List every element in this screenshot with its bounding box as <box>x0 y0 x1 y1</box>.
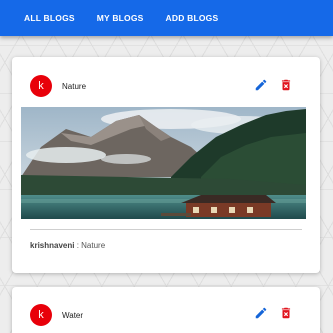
top-app-bar: ALL BLOGS MY BLOGS ADD BLOGS <box>0 0 333 36</box>
trash-icon[interactable] <box>279 306 293 320</box>
trash-icon[interactable] <box>279 78 293 92</box>
blog-meta: krishnaveni : Nature <box>30 241 105 250</box>
nav-add-blogs[interactable]: ADD BLOGS <box>166 13 219 23</box>
category-name: Nature <box>81 241 106 250</box>
card-divider <box>30 229 302 230</box>
blog-card: k Water <box>12 287 320 333</box>
pencil-icon[interactable] <box>254 78 268 92</box>
author-name: krishnaveni <box>30 241 75 250</box>
nav-all-blogs[interactable]: ALL BLOGS <box>24 13 75 23</box>
blog-title: Nature <box>62 82 87 91</box>
avatar: k <box>30 304 52 326</box>
blog-card: k Nature krishnaveni: Nature <box>12 57 320 273</box>
blog-title: Water <box>62 311 84 320</box>
landscape-photo <box>21 107 306 219</box>
avatar: k <box>30 75 52 97</box>
nav-my-blogs[interactable]: MY BLOGS <box>97 13 144 23</box>
pencil-icon[interactable] <box>254 306 268 320</box>
